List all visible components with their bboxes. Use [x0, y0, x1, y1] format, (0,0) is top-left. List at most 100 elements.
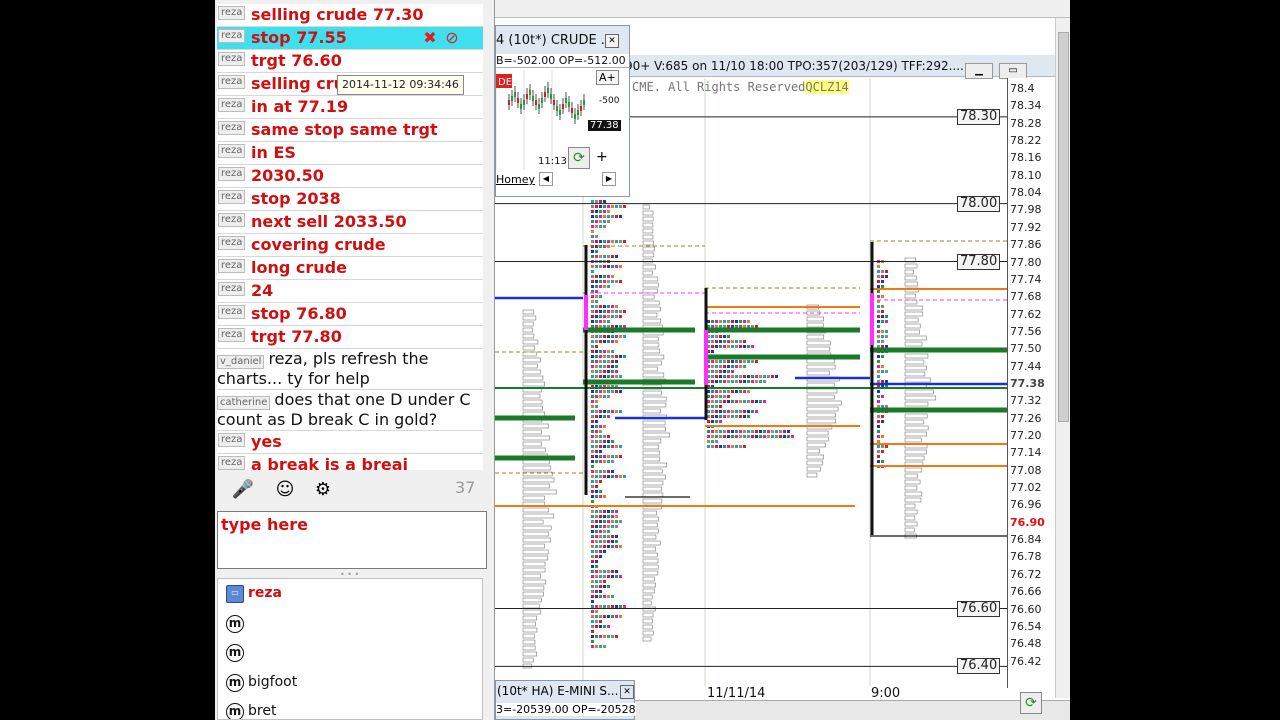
tpo-mark — [599, 275, 602, 278]
chat-message[interactable]: reza yes — [217, 431, 483, 454]
message-username[interactable]: reza — [218, 213, 246, 227]
tpo-mark — [591, 520, 594, 523]
message-username[interactable]: reza — [218, 98, 246, 112]
tpo-mark — [727, 380, 730, 383]
tpo-mark — [603, 645, 606, 648]
tpo-mark — [707, 435, 710, 438]
tpo-mark — [727, 360, 730, 363]
tpo-mark — [591, 390, 594, 393]
volume-bar — [522, 549, 549, 555]
message-username[interactable]: reza — [218, 259, 246, 273]
message-username[interactable]: catherine — [217, 396, 271, 410]
chat-message[interactable]: reza same stop same trgt — [217, 119, 483, 142]
volume-bar — [522, 633, 535, 639]
message-username[interactable]: reza — [218, 121, 246, 135]
chat-message[interactable]: reza in at 77.19 — [217, 96, 483, 119]
user-list-item[interactable]: m — [218, 638, 482, 668]
message-username[interactable]: reza — [218, 433, 246, 447]
chat-message[interactable]: reza trgt 77.80 — [217, 326, 483, 349]
message-username[interactable]: reza — [218, 236, 246, 250]
volume-bar — [522, 507, 549, 513]
volume-bar — [522, 537, 551, 543]
chat-message[interactable]: reza stop 77.55 ✖ ⊘ — [217, 27, 483, 50]
scroll-thumb[interactable] — [1058, 32, 1069, 422]
font-size-button[interactable]: A+ — [596, 70, 619, 85]
chat-message[interactable]: reza next sell 2033.50 — [217, 211, 483, 234]
maximize-button[interactable]: ▭ — [999, 63, 1027, 79]
arrow-right-icon[interactable]: ▶ — [602, 172, 616, 186]
close-icon[interactable]: ✕ — [605, 34, 619, 48]
chat-message[interactable]: reza a break is a breai — [217, 454, 483, 470]
gear-icon[interactable]: ⚙ — [311, 478, 335, 502]
message-text: next sell 2033.50 — [251, 212, 407, 231]
chat-message[interactable]: reza stop 76.80 — [217, 303, 483, 326]
message-username[interactable]: reza — [218, 190, 246, 204]
chat-message[interactable]: reza selling crude 77.30 — [217, 4, 483, 27]
tab-homey[interactable]: Homey — [496, 172, 535, 188]
chat-message[interactable]: catherine does that one D under C count a… — [217, 390, 483, 431]
volume-bar — [642, 552, 658, 558]
message-username[interactable]: reza — [218, 52, 246, 66]
tpo-mark — [599, 360, 602, 363]
refresh-icon[interactable]: ⟳ — [568, 147, 590, 169]
chat-message[interactable]: reza in ES — [217, 142, 483, 165]
chart-scrollbar[interactable] — [1055, 18, 1070, 698]
chat-input[interactable]: type here — [217, 511, 487, 569]
user-list-item[interactable]: ▭ reza — [218, 579, 482, 609]
add-icon[interactable]: + — [596, 149, 608, 165]
volume-bar — [522, 477, 555, 483]
candle-body — [514, 92, 516, 97]
tpo-mark — [603, 210, 606, 213]
message-username[interactable]: v_daniel — [217, 355, 265, 369]
y-tick-label: 76.78 — [1010, 550, 1042, 564]
message-username[interactable]: reza — [218, 167, 246, 181]
ban-user-icon[interactable]: ⊘ — [443, 29, 461, 47]
chat-message[interactable]: reza stop 2038 — [217, 188, 483, 211]
message-username[interactable]: reza — [218, 305, 246, 319]
message-username[interactable]: reza — [218, 144, 246, 158]
tpo-mark — [877, 370, 880, 373]
tpo-mark — [611, 545, 614, 548]
message-username[interactable]: reza — [218, 75, 246, 89]
y-tick-label: 78.10 — [1010, 168, 1042, 182]
volume-bar — [522, 591, 544, 597]
tpo-mark — [615, 315, 618, 318]
message-username[interactable]: reza — [218, 29, 246, 43]
message-username[interactable]: reza — [218, 328, 246, 342]
tpo-mark — [715, 430, 718, 433]
chat-message[interactable]: reza long crude — [217, 257, 483, 280]
chat-message[interactable]: v_daniel reza, pls refresh the charts... … — [217, 349, 483, 390]
tpo-mark — [615, 510, 618, 513]
tpo-mark — [591, 395, 594, 398]
tpo-mark — [599, 540, 602, 543]
close-icon[interactable]: ✕ — [620, 685, 634, 699]
user-list-item[interactable]: m — [218, 609, 482, 639]
chat-message[interactable]: reza 24 — [217, 280, 483, 303]
message-username[interactable]: reza — [218, 282, 246, 296]
user-list-item[interactable]: m bigfoot — [218, 668, 482, 698]
user-list-item[interactable]: m bret — [218, 697, 482, 719]
message-username[interactable]: reza — [218, 6, 246, 20]
emoji-icon[interactable]: ☺ — [273, 478, 297, 502]
mini-scale-label: -500 — [599, 96, 620, 106]
tpo-mark — [615, 370, 618, 373]
refresh-icon[interactable]: ⟳ — [1020, 692, 1042, 714]
tpo-mark — [599, 315, 602, 318]
minimize-button[interactable]: ▁ — [965, 63, 993, 79]
candle-body — [559, 110, 561, 115]
chat-message[interactable]: reza covering crude — [217, 234, 483, 257]
tpo-mark — [735, 435, 738, 438]
tpo-mark — [619, 575, 622, 578]
chat-message[interactable]: reza 2030.50 — [217, 165, 483, 188]
chat-message[interactable]: reza trgt 76.60 — [217, 50, 483, 73]
tpo-mark — [747, 360, 750, 363]
tpo-mark — [595, 590, 598, 593]
delete-message-icon[interactable]: ✖ — [421, 29, 439, 47]
message-username[interactable]: reza — [218, 456, 246, 470]
tpo-mark — [615, 410, 618, 413]
candle-body — [544, 92, 546, 97]
arrow-left-icon[interactable]: ◀ — [539, 172, 553, 186]
microphone-icon[interactable]: 🎤 — [231, 478, 255, 502]
tpo-mark — [885, 370, 888, 373]
tpo-mark — [599, 555, 602, 558]
